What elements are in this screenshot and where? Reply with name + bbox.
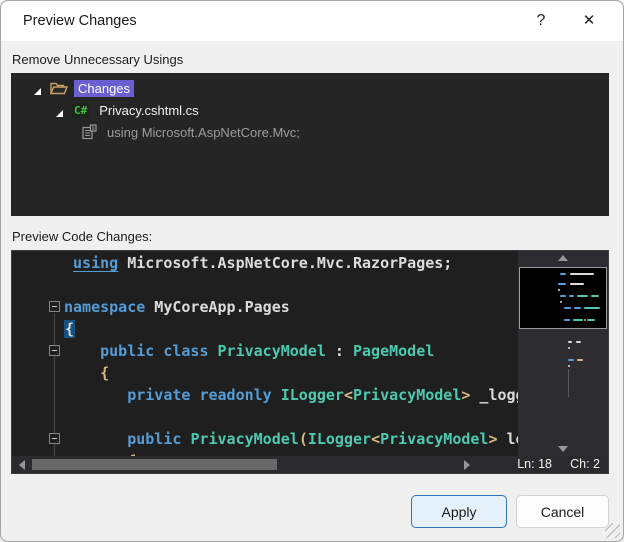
scroll-left-icon[interactable] (14, 456, 30, 473)
tree-item-changes-label[interactable]: Changes (74, 79, 135, 97)
scrollbar-thumb[interactable] (32, 459, 277, 470)
minimap-code-line (584, 307, 600, 309)
minimap-code-line (577, 295, 588, 297)
help-button[interactable]: ? (521, 1, 561, 41)
dialog-title: Preview Changes (23, 13, 137, 29)
minimap-code-line (564, 307, 571, 309)
code-preview-panel: using Microsoft.AspNetCore.Mvc.RazorPage… (11, 250, 609, 474)
expander-icon[interactable] (55, 106, 64, 117)
changes-tree: Changes C# Privacy.cshtml.cs using Micro… (11, 73, 609, 216)
csharp-file-icon: C# (72, 102, 90, 118)
tree-section-label: Remove Unnecessary Usings (12, 52, 184, 67)
apply-button[interactable]: Apply (411, 495, 507, 528)
scroll-up-icon[interactable] (518, 251, 608, 265)
expander-icon[interactable] (33, 84, 42, 95)
minimap-code-line (591, 295, 599, 297)
tree-item-changes[interactable]: Changes (11, 77, 609, 99)
minimap-code-line (587, 319, 595, 321)
code-section-label: Preview Code Changes: (12, 229, 153, 244)
minimap-code-line (568, 359, 574, 361)
minimap-indent-guide (568, 369, 569, 397)
fold-collapse-icon[interactable] (49, 301, 60, 312)
status-column-number: Ch: 2 (570, 457, 600, 471)
preview-changes-dialog: Preview Changes ? ✕ Remove Unnecessary U… (0, 0, 624, 542)
scroll-down-icon[interactable] (518, 442, 608, 456)
minimap-code-line (570, 283, 584, 285)
code-editor[interactable]: using Microsoft.AspNetCore.Mvc.RazorPage… (12, 251, 518, 456)
fold-collapse-icon[interactable] (49, 433, 60, 444)
minimap-code-line (570, 273, 594, 275)
minimap-code-line (560, 301, 562, 303)
fold-collapse-icon[interactable] (49, 345, 60, 356)
minimap-code-line (568, 365, 570, 367)
change-document-icon (81, 124, 97, 140)
minimap-code-line (568, 347, 570, 349)
code-line: using Microsoft.AspNetCore.Mvc.RazorPage… (73, 254, 453, 272)
resize-grip-icon[interactable] (605, 523, 620, 538)
code-line: private readonly ILogger<PrivacyModel> _… (127, 386, 518, 404)
minimap-code-line (584, 319, 586, 321)
tree-item-using[interactable]: using Microsoft.AspNetCore.Mvc; (11, 121, 609, 143)
tree-item-using-label[interactable]: using Microsoft.AspNetCore.Mvc; (103, 124, 304, 141)
minimap-code-line (573, 319, 583, 321)
cancel-button[interactable]: Cancel (516, 495, 609, 528)
horizontal-scrollbar[interactable]: Ln: 18 Ch: 2 (12, 456, 608, 473)
code-line: { (64, 364, 110, 382)
folder-icon (50, 81, 68, 96)
minimap-code-line (560, 295, 566, 297)
minimap-code-line (564, 319, 570, 321)
code-line: public class PrivacyModel : PageModel (100, 342, 435, 360)
minimap-code-line (568, 341, 572, 343)
minimap-scrollbar[interactable] (518, 251, 608, 456)
status-line-number: Ln: 18 (517, 457, 552, 471)
minimap-code-line (558, 283, 566, 285)
close-button[interactable]: ✕ (569, 1, 609, 41)
tree-item-file[interactable]: C# Privacy.cshtml.cs (11, 99, 609, 121)
code-line: public PrivacyModel(ILogger<PrivacyModel… (127, 430, 518, 448)
title-bar: Preview Changes ? ✕ (1, 1, 623, 41)
minimap-code-line (558, 289, 560, 291)
code-line: namespace MyCoreApp.Pages (64, 298, 290, 316)
minimap-code-line (560, 273, 566, 275)
minimap-code-line (569, 295, 574, 297)
code-line: { (64, 320, 76, 338)
tree-item-file-label[interactable]: Privacy.cshtml.cs (95, 102, 202, 119)
minimap-code-line (576, 341, 581, 343)
minimap-code-line (574, 307, 581, 309)
scroll-right-icon[interactable] (459, 456, 475, 473)
minimap-code-line (577, 359, 583, 361)
